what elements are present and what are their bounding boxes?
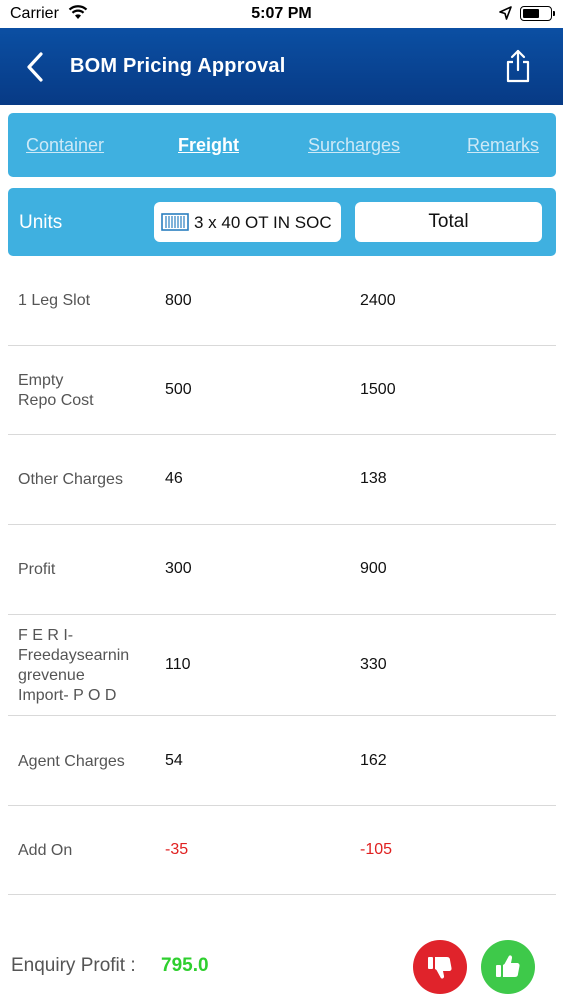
charge-total: 162: [360, 752, 387, 769]
enquiry-profit-value: 795.0: [161, 955, 209, 976]
table-row: F E R I- Freedaysearnin grevenue Import-…: [8, 615, 556, 716]
charge-value: 110: [165, 656, 191, 673]
units-label: Units: [19, 212, 63, 233]
units-header: Units 3 x 40 OT IN SOC Total: [8, 188, 556, 256]
chevron-left-icon: [27, 52, 43, 82]
charge-total: 330: [360, 656, 387, 673]
container-icon: [161, 212, 189, 237]
charge-label: Add On: [18, 842, 73, 859]
tab-bar: Container Freight Surcharges Remarks: [8, 113, 556, 177]
total-chip: Total: [355, 202, 542, 242]
tab-freight[interactable]: Freight: [178, 135, 239, 156]
unit-chip: 3 x 40 OT IN SOC: [154, 202, 341, 242]
reject-button[interactable]: [413, 940, 467, 994]
charge-label: Empty Repo Cost: [18, 372, 94, 409]
charge-label: Other Charges: [18, 471, 123, 488]
charge-label: Profit: [18, 561, 56, 578]
charge-label: Agent Charges: [18, 753, 125, 770]
table-row: Empty Repo Cost 500 1500: [8, 346, 556, 435]
battery-icon: [520, 6, 555, 21]
tab-container[interactable]: Container: [26, 135, 104, 156]
charge-value: 46: [165, 470, 183, 487]
approve-button[interactable]: [481, 940, 535, 994]
table-row: Agent Charges 54 162: [8, 716, 556, 806]
share-icon: [506, 49, 530, 83]
charge-value: 800: [165, 292, 192, 309]
tab-remarks[interactable]: Remarks: [467, 135, 539, 156]
enquiry-profit-label: Enquiry Profit :: [11, 955, 136, 976]
thumbs-up-icon: [496, 955, 520, 977]
charge-value: -35: [165, 841, 189, 858]
charge-value: 300: [165, 560, 192, 577]
page-title: BOM Pricing Approval: [70, 55, 286, 77]
charge-label: 1 Leg Slot: [18, 292, 91, 309]
charges-table: 1 Leg Slot 800 2400 Empty Repo Cost 500 …: [8, 256, 556, 895]
thumbs-down-icon: [428, 957, 452, 979]
table-row: 1 Leg Slot 800 2400: [8, 256, 556, 346]
tab-surcharges[interactable]: Surcharges: [308, 135, 400, 156]
charge-total: -105: [360, 841, 393, 858]
table-row: Other Charges 46 138: [8, 435, 556, 525]
table-row: Add On -35 -105: [8, 806, 556, 895]
charge-value: 54: [165, 752, 183, 769]
charge-total: 900: [360, 560, 387, 577]
charge-total: 138: [360, 470, 387, 487]
charge-total: 2400: [360, 292, 396, 309]
clock: 5:07 PM: [251, 5, 312, 22]
charge-value: 500: [165, 381, 192, 398]
back-button[interactable]: [22, 50, 50, 84]
share-button[interactable]: [503, 48, 533, 84]
location-arrow-icon: [499, 6, 512, 25]
status-bar: Carrier 5:07 PM: [0, 0, 563, 28]
charge-label: F E R I- Freedaysearnin grevenue Import-…: [18, 627, 130, 704]
unit-chip-text: 3 x 40 OT IN SOC: [194, 213, 332, 232]
charge-total: 1500: [360, 381, 396, 398]
nav-bar: BOM Pricing Approval: [0, 28, 563, 105]
table-row: Profit 300 900: [8, 525, 556, 615]
